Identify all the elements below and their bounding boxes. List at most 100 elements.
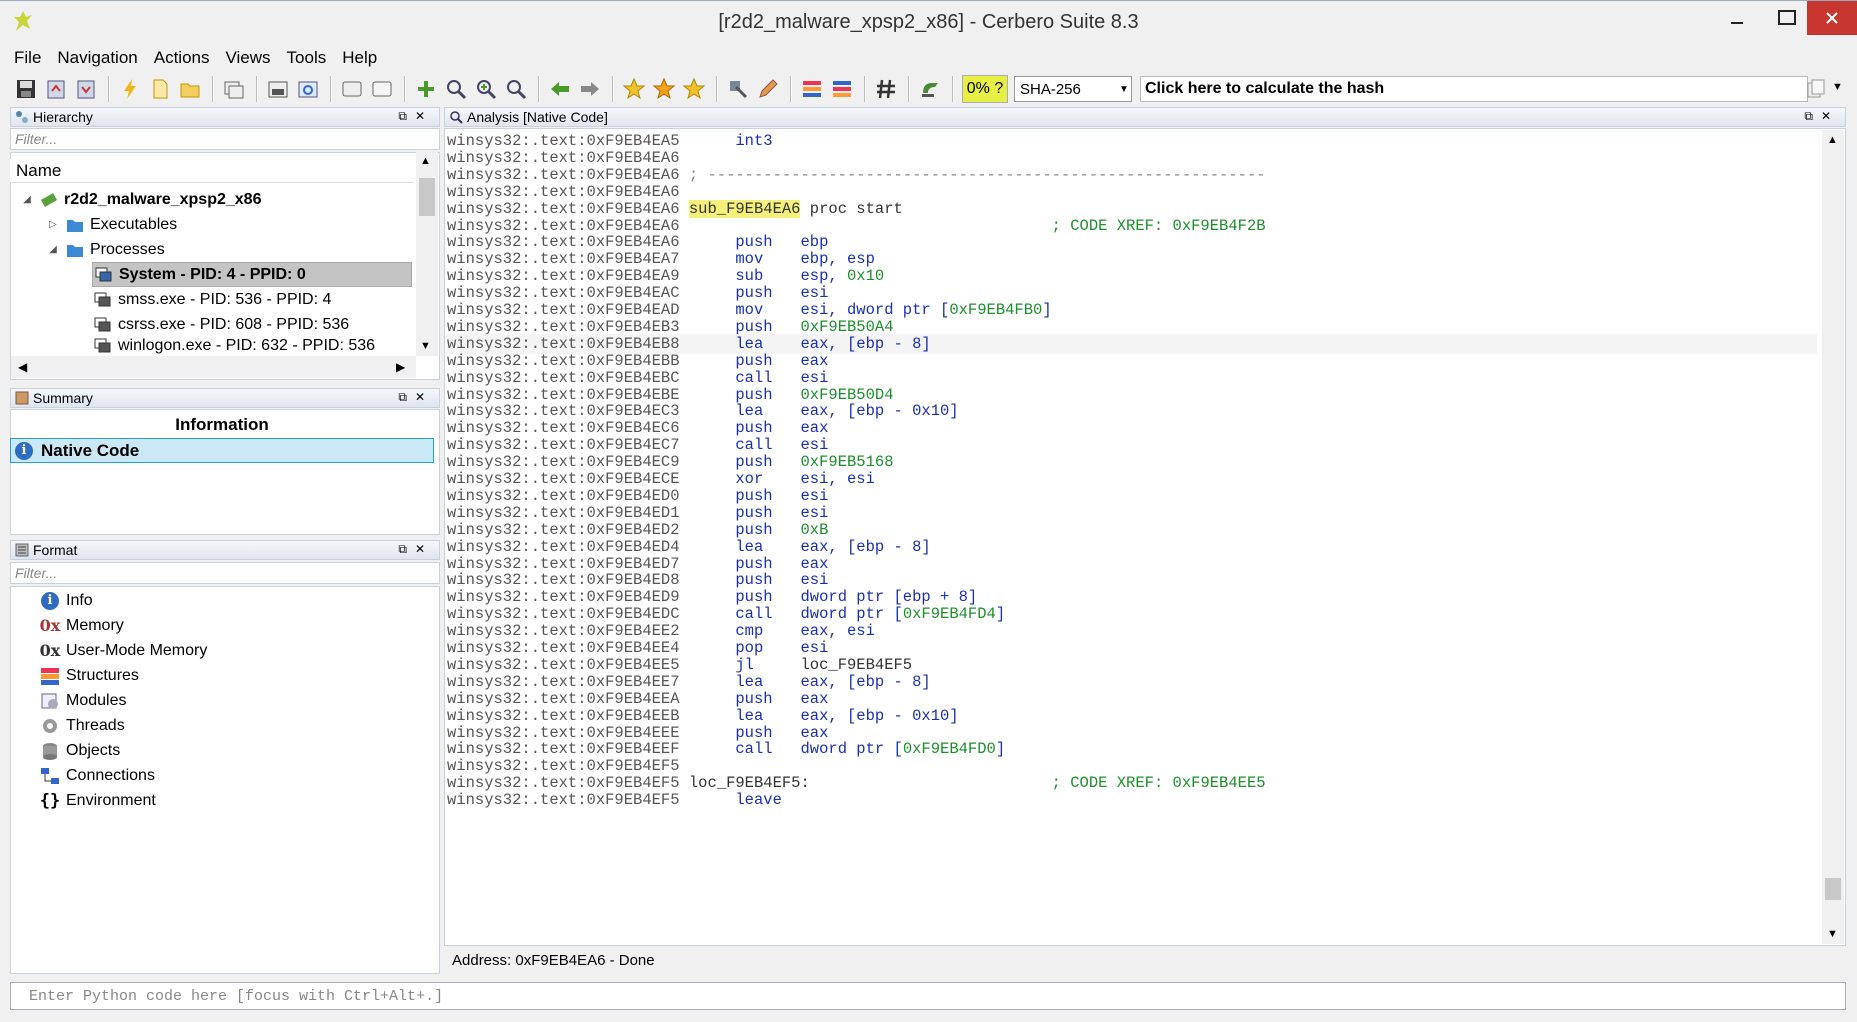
hash-algorithm-select[interactable]: SHA-256 ▼ xyxy=(1014,76,1132,102)
hierarchy-vertical-scrollbar[interactable] xyxy=(416,152,438,356)
copy-hash-icon[interactable] xyxy=(1804,77,1828,101)
tools-icon[interactable] xyxy=(726,77,750,101)
tree-root[interactable]: ◢ r2d2_malware_xpsp2_x86 xyxy=(22,187,261,212)
menu-tools[interactable]: Tools xyxy=(287,48,327,68)
format-item-objects[interactable]: Objects xyxy=(40,738,120,763)
scroll-right-icon[interactable]: ▶ xyxy=(396,360,405,374)
format-item-label: Connections xyxy=(66,766,155,784)
hierarchy-icon xyxy=(16,111,28,123)
tree-item-processes[interactable]: ◢ Processes xyxy=(48,237,165,262)
toolbar-separator xyxy=(864,76,866,102)
summary-item-label: Native Code xyxy=(41,440,140,460)
modules-icon xyxy=(41,693,58,709)
refresh-icon[interactable] xyxy=(296,77,320,101)
python-icon[interactable] xyxy=(918,77,942,101)
summary-icon xyxy=(15,391,29,405)
layout-alt-icon[interactable] xyxy=(830,77,854,101)
scroll-thumb[interactable] xyxy=(1825,878,1841,900)
edit-icon[interactable] xyxy=(756,77,780,101)
tree-item-process[interactable]: System - PID: 4 - PPID: 0 xyxy=(92,262,412,287)
format-filter-input[interactable]: Filter... xyxy=(10,562,440,584)
scroll-down-icon[interactable]: ▼ xyxy=(1827,928,1838,940)
tree-item-process[interactable]: csrss.exe - PID: 608 - PPID: 536 xyxy=(94,312,349,337)
collapse-arrow-icon[interactable]: ◢ xyxy=(22,194,32,205)
hierarchy-filter-input[interactable]: Filter... xyxy=(10,128,440,150)
scroll-thumb[interactable] xyxy=(419,178,435,216)
bookmark-list-icon[interactable] xyxy=(622,77,646,101)
collapse-arrow-icon[interactable]: ◢ xyxy=(48,244,58,255)
panel-controls[interactable]: ⧉✕ xyxy=(398,109,433,124)
format-item-modules[interactable]: Modules xyxy=(40,688,126,713)
bookmark-icon[interactable] xyxy=(652,77,676,101)
tree-item-process[interactable]: smss.exe - PID: 536 - PPID: 4 xyxy=(94,287,331,312)
format-item-user-mode-memory[interactable]: 0x User-Mode Memory xyxy=(40,638,208,663)
open-file-icon[interactable] xyxy=(178,77,202,101)
bookmark-add-icon[interactable] xyxy=(682,77,706,101)
panel-controls[interactable]: ⧉✕ xyxy=(398,390,433,405)
layout-icon[interactable] xyxy=(800,77,824,101)
format-item-label: User-Mode Memory xyxy=(66,641,208,659)
minimize-button[interactable] xyxy=(1712,1,1762,35)
panel-icon[interactable] xyxy=(340,77,364,101)
add-icon[interactable] xyxy=(414,77,438,101)
tree-item-process[interactable]: winlogon.exe - PID: 632 - PPID: 536 xyxy=(94,337,375,356)
format-item-info[interactable]: i Info xyxy=(40,588,93,613)
search-icon[interactable] xyxy=(444,77,468,101)
search-add-icon[interactable] xyxy=(474,77,498,101)
scroll-up-icon[interactable]: ▲ xyxy=(1827,134,1838,146)
menu-file[interactable]: File xyxy=(14,48,41,68)
toolbar-separator xyxy=(612,76,614,102)
summary-item[interactable]: i Native Code xyxy=(10,438,434,463)
analysis-vertical-scrollbar[interactable] xyxy=(1822,130,1844,944)
hash-icon[interactable] xyxy=(874,77,898,101)
tree-column-header[interactable]: Name xyxy=(10,159,414,183)
panel-controls[interactable]: ⧉✕ xyxy=(398,542,433,557)
toolbar-separator xyxy=(790,76,792,102)
format-item-memory[interactable]: 0x Memory xyxy=(40,613,124,638)
format-title: Format xyxy=(33,542,78,558)
new-file-icon[interactable] xyxy=(148,77,172,101)
maximize-button[interactable] xyxy=(1762,1,1812,35)
toolbar-overflow-icon[interactable]: ▼ xyxy=(1832,81,1843,93)
disassembly-listing[interactable]: winsys32:.text:0xF9EB4EA5 int3 winsys32:… xyxy=(447,131,1817,941)
menu-help[interactable]: Help xyxy=(342,48,377,68)
scroll-up-icon[interactable]: ▲ xyxy=(420,155,431,167)
format-item-environment[interactable]: {} Environment xyxy=(40,788,156,813)
close-button[interactable] xyxy=(1807,1,1857,35)
lightning-icon[interactable] xyxy=(118,77,142,101)
menu-views[interactable]: Views xyxy=(225,48,270,68)
format-item-threads[interactable]: Threads xyxy=(40,713,125,738)
panel-controls[interactable]: ⧉✕ xyxy=(1804,109,1839,124)
dump-icon[interactable] xyxy=(266,77,290,101)
summary-header: Information xyxy=(175,415,269,434)
scroll-down-icon[interactable]: ▼ xyxy=(420,340,431,352)
panel-alt-icon[interactable] xyxy=(370,77,394,101)
export-project-icon[interactable] xyxy=(74,77,98,101)
format-item-structures[interactable]: Structures xyxy=(40,663,139,688)
menu-navigation[interactable]: Navigation xyxy=(57,48,137,68)
menu-bar: File Navigation Actions Views Tools Help xyxy=(0,44,1857,71)
analysis-panel-header: Analysis [Native Code] ⧉✕ xyxy=(444,107,1846,127)
info-icon: i xyxy=(15,441,33,460)
search-remove-icon[interactable] xyxy=(504,77,528,101)
python-console-input[interactable]: Enter Python code here [focus with Ctrl+… xyxy=(10,982,1846,1010)
save-icon[interactable] xyxy=(14,77,38,101)
scroll-left-icon[interactable]: ◀ xyxy=(18,360,27,374)
menu-actions[interactable]: Actions xyxy=(154,48,210,68)
open-project-icon[interactable] xyxy=(44,77,68,101)
expand-arrow-icon[interactable]: ▷ xyxy=(48,219,58,230)
calculate-hash-button[interactable]: Click here to calculate the hash xyxy=(1140,76,1808,102)
back-arrow-icon[interactable] xyxy=(548,77,572,101)
objects-icon xyxy=(43,742,57,760)
process-icon xyxy=(94,317,111,331)
format-item-label: Environment xyxy=(66,791,156,809)
forward-arrow-icon[interactable] xyxy=(578,77,602,101)
windows-icon[interactable] xyxy=(222,77,246,101)
hierarchy-horizontal-scrollbar[interactable] xyxy=(11,356,416,378)
format-item-connections[interactable]: Connections xyxy=(40,763,155,788)
tree-item-executables[interactable]: ▷ Executables xyxy=(48,212,177,237)
code-line[interactable]: winsys32:.text:0xF9EB4EF5 leave xyxy=(447,790,1817,810)
toolbar-separator xyxy=(330,76,332,102)
hash-progress: 0% ? xyxy=(962,75,1008,103)
